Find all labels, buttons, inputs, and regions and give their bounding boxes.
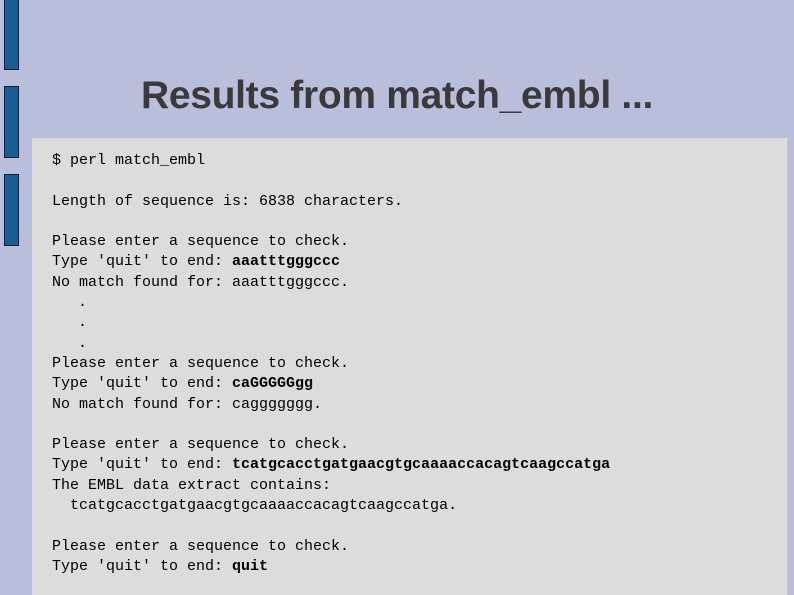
slide-canvas: Results from match_embl ... $ perl match… (0, 0, 794, 595)
terminal-user-input: quit (232, 557, 269, 575)
terminal-line-text: . (78, 294, 88, 312)
terminal-line-text: Type 'quit' to end: (52, 375, 233, 393)
terminal-line-prompt4a: Please enter a sequence to check. (52, 537, 787, 557)
terminal-line-text: tcatgcacctgatgaacgtgcaaaaccacagtcaagccat… (52, 497, 458, 515)
terminal-output-text: $ perl match_embl Length of sequence is:… (52, 151, 787, 577)
left-accent-bar-3 (4, 174, 19, 246)
terminal-line-text: Type 'quit' to end: (52, 253, 233, 271)
terminal-line-prompt4b: Type 'quit' to end: quit (52, 557, 787, 577)
terminal-line-prompt3b: Type 'quit' to end: tcatgcacctgatgaacgtg… (52, 455, 787, 475)
terminal-line-text: No match found for: aaatttgggccc. (52, 273, 350, 291)
terminal-line-result3a: The EMBL data extract contains: (52, 476, 787, 496)
terminal-line-result3b: tcatgcacctgatgaacgtgcaaaaccacagtcaagccat… (52, 496, 787, 516)
terminal-line-prompt2b: Type 'quit' to end: caGGGGGgg (52, 374, 787, 394)
terminal-line-prompt2a: Please enter a sequence to check. (52, 354, 787, 374)
terminal-line-text: Please enter a sequence to check. (52, 537, 350, 555)
terminal-line-prompt1b: Type 'quit' to end: aaatttgggccc (52, 252, 787, 272)
terminal-line-text: Length of sequence is: 6838 characters. (52, 192, 404, 210)
slide-title: Results from match_embl ... (140, 74, 654, 117)
terminal-output-panel: $ perl match_embl Length of sequence is:… (32, 138, 788, 595)
terminal-user-input: aaatttgggccc (232, 253, 341, 271)
terminal-line-result2: No match found for: caggggggg. (52, 395, 787, 415)
terminal-line-text: Type 'quit' to end: (52, 557, 233, 575)
terminal-line-text: Please enter a sequence to check. (52, 354, 350, 372)
terminal-user-input: tcatgcacctgatgaacgtgcaaaaccacagtcaagccat… (232, 456, 611, 474)
terminal-line-text: . (78, 314, 88, 332)
terminal-line-length: Length of sequence is: 6838 characters. (52, 192, 787, 212)
terminal-line-text: Please enter a sequence to check. (52, 233, 350, 251)
terminal-line-dot1: . (52, 293, 787, 313)
terminal-line-text: . (78, 334, 88, 352)
terminal-line-prompt1a: Please enter a sequence to check. (52, 232, 787, 252)
terminal-line-prompt3a: Please enter a sequence to check. (52, 435, 787, 455)
terminal-line-dot3: . (52, 334, 787, 354)
terminal-line-result1: No match found for: aaatttgggccc. (52, 273, 787, 293)
left-accent-bar-1 (4, 0, 19, 70)
terminal-line-text: The EMBL data extract contains: (52, 476, 332, 494)
terminal-line-text: $ perl match_embl (52, 152, 206, 169)
terminal-line-dot2: . (52, 313, 787, 333)
terminal-line-text: Type 'quit' to end: (52, 456, 233, 474)
terminal-line-text: No match found for: caggggggg. (52, 395, 323, 413)
terminal-line-cmd: $ perl match_embl (52, 151, 787, 171)
terminal-user-input: caGGGGGgg (232, 375, 314, 393)
terminal-line-text: Please enter a sequence to check. (52, 436, 350, 454)
